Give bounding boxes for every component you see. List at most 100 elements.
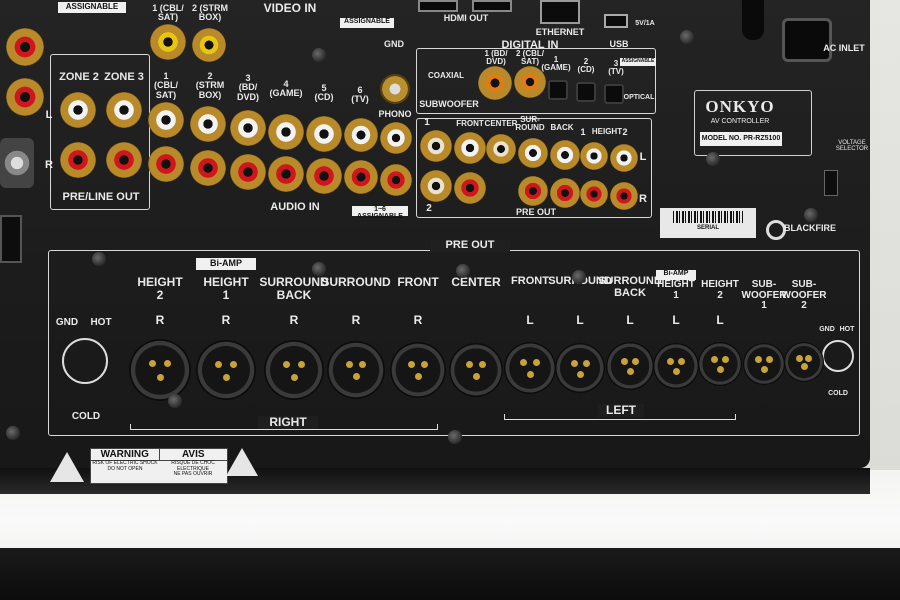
rca-jack[interactable] bbox=[6, 28, 44, 66]
xlr-pin bbox=[478, 361, 486, 369]
height2-r-rca[interactable] bbox=[610, 182, 638, 210]
audio-in-5-r-jack[interactable] bbox=[306, 158, 342, 194]
front-l-rca[interactable] bbox=[454, 132, 486, 164]
optical-2-port[interactable] bbox=[576, 82, 596, 102]
serial-label: SERIAL bbox=[696, 225, 719, 231]
subwoofer-label: SUBWOOFER bbox=[419, 99, 479, 109]
xlr-output-jack[interactable] bbox=[606, 342, 654, 390]
xlr-output-jack[interactable] bbox=[698, 342, 742, 386]
xlr-pin bbox=[520, 359, 528, 367]
hdmi-out-port[interactable] bbox=[472, 0, 512, 12]
center-rca[interactable] bbox=[486, 134, 516, 164]
ethernet-port[interactable] bbox=[540, 0, 580, 24]
xlr-pin bbox=[532, 359, 540, 367]
xlr-pin bbox=[163, 360, 171, 368]
video-in-2-jack[interactable] bbox=[192, 28, 226, 62]
xlr-pin bbox=[345, 360, 353, 368]
xlr-pinout-diagram-left bbox=[62, 338, 108, 384]
xlr-output-jack[interactable] bbox=[504, 342, 556, 394]
back-l-rca[interactable] bbox=[550, 140, 580, 170]
ac-inlet-socket[interactable] bbox=[782, 18, 832, 62]
ac-inlet-label: AC INLET bbox=[823, 43, 865, 53]
surround-r-rca[interactable] bbox=[518, 176, 548, 206]
audio-in-4-r-jack[interactable] bbox=[268, 156, 304, 192]
xlr-output-jack[interactable] bbox=[555, 343, 605, 393]
xlr-pin bbox=[472, 372, 480, 380]
audio-in-6-l-jack[interactable] bbox=[344, 118, 378, 152]
video-in-1-jack[interactable] bbox=[150, 24, 186, 60]
xlr-pin bbox=[582, 359, 590, 367]
antenna-connector[interactable] bbox=[0, 138, 34, 188]
audio-in-1-l-jack[interactable] bbox=[148, 102, 184, 138]
xlr-output-jack[interactable] bbox=[129, 339, 191, 401]
xlr-pre-out-label: PRE OUT bbox=[430, 239, 510, 252]
voltage-selector-switch[interactable] bbox=[824, 170, 838, 196]
usb-port[interactable] bbox=[604, 14, 628, 28]
screw bbox=[6, 426, 20, 440]
back-r-rca[interactable] bbox=[550, 178, 580, 208]
video-in-1-label: 1 (CBL/ SAT) bbox=[152, 3, 184, 23]
warning-triangle-icon bbox=[226, 448, 258, 476]
xlr-pin bbox=[156, 373, 164, 381]
audio-in-3-l-jack[interactable] bbox=[230, 110, 266, 146]
coax-1-jack[interactable] bbox=[478, 66, 512, 100]
zone3-r-jack[interactable] bbox=[106, 142, 142, 178]
xlr-side-label: R bbox=[351, 313, 361, 327]
xlr-pin bbox=[466, 361, 474, 369]
height1-l-rca[interactable] bbox=[580, 142, 608, 170]
zone3-l-jack[interactable] bbox=[106, 92, 142, 128]
xlr-pin bbox=[800, 363, 808, 371]
audio-in-5-l-jack[interactable] bbox=[306, 116, 342, 152]
front-r-rca[interactable] bbox=[454, 172, 486, 204]
left-label: LEFT bbox=[598, 404, 644, 417]
xlr-pin bbox=[626, 368, 634, 376]
sw2-jack[interactable] bbox=[420, 170, 452, 202]
xlr-pin bbox=[632, 357, 640, 365]
xlr-output-jack[interactable] bbox=[390, 342, 446, 398]
screw bbox=[680, 30, 694, 44]
optical-1-port[interactable] bbox=[548, 80, 568, 100]
xlr-cold-label-left: COLD bbox=[71, 411, 101, 422]
bi-amp-tag: Bi-AMP bbox=[196, 258, 256, 270]
speaker-terminal[interactable] bbox=[0, 215, 22, 263]
phono-r-jack[interactable] bbox=[380, 164, 412, 196]
audio-in-3-r-jack[interactable] bbox=[230, 154, 266, 190]
xlr-pinout-diagram-right bbox=[822, 340, 854, 372]
phono-l-jack[interactable] bbox=[380, 122, 412, 154]
xlr-output-jack[interactable] bbox=[264, 340, 324, 400]
xlr-output-jack[interactable] bbox=[784, 342, 824, 382]
audio-in-4-l-jack[interactable] bbox=[268, 114, 304, 150]
optical-3-port[interactable] bbox=[604, 84, 624, 104]
audio-in-1-r-jack[interactable] bbox=[148, 146, 184, 182]
xlr-output-jack[interactable] bbox=[743, 343, 785, 385]
xlr-output-jack[interactable] bbox=[653, 343, 699, 389]
xlr-pin bbox=[666, 357, 674, 365]
xlr-output-jack[interactable] bbox=[327, 341, 385, 399]
xlr-pin bbox=[359, 360, 367, 368]
xlr-output-jack[interactable] bbox=[449, 343, 503, 397]
rca-jack[interactable] bbox=[6, 78, 44, 116]
surround-l-rca[interactable] bbox=[518, 138, 548, 168]
hdmi-out-port[interactable] bbox=[418, 0, 458, 12]
optical-label: OPTICAL bbox=[623, 94, 655, 101]
xlr-gnd-label-right: GND bbox=[819, 326, 835, 333]
screw bbox=[456, 264, 470, 278]
zone2-l-jack[interactable] bbox=[60, 92, 96, 128]
xlr-side-label: L bbox=[672, 313, 680, 327]
xlr-output-jack[interactable] bbox=[196, 340, 256, 400]
zone3-label: ZONE 3 bbox=[104, 71, 144, 83]
height1-r-rca[interactable] bbox=[580, 180, 608, 208]
audio-in-2-r-jack[interactable] bbox=[190, 150, 226, 186]
audio-in-2-l-jack[interactable] bbox=[190, 106, 226, 142]
audio-in-6-r-jack[interactable] bbox=[344, 160, 378, 194]
right-label: RIGHT bbox=[258, 416, 318, 429]
zone-l-label: L bbox=[45, 109, 53, 121]
xlr-pin bbox=[526, 370, 534, 378]
xlr-pin bbox=[215, 360, 223, 368]
ground-terminal[interactable] bbox=[380, 74, 410, 104]
video-in-2-label: 2 (STRM BOX) bbox=[192, 3, 228, 23]
height2-l-rca[interactable] bbox=[610, 144, 638, 172]
audio-in-2-label: 2 (STRM BOX) bbox=[195, 71, 225, 100]
sw1-jack[interactable] bbox=[420, 130, 452, 162]
zone2-r-jack[interactable] bbox=[60, 142, 96, 178]
